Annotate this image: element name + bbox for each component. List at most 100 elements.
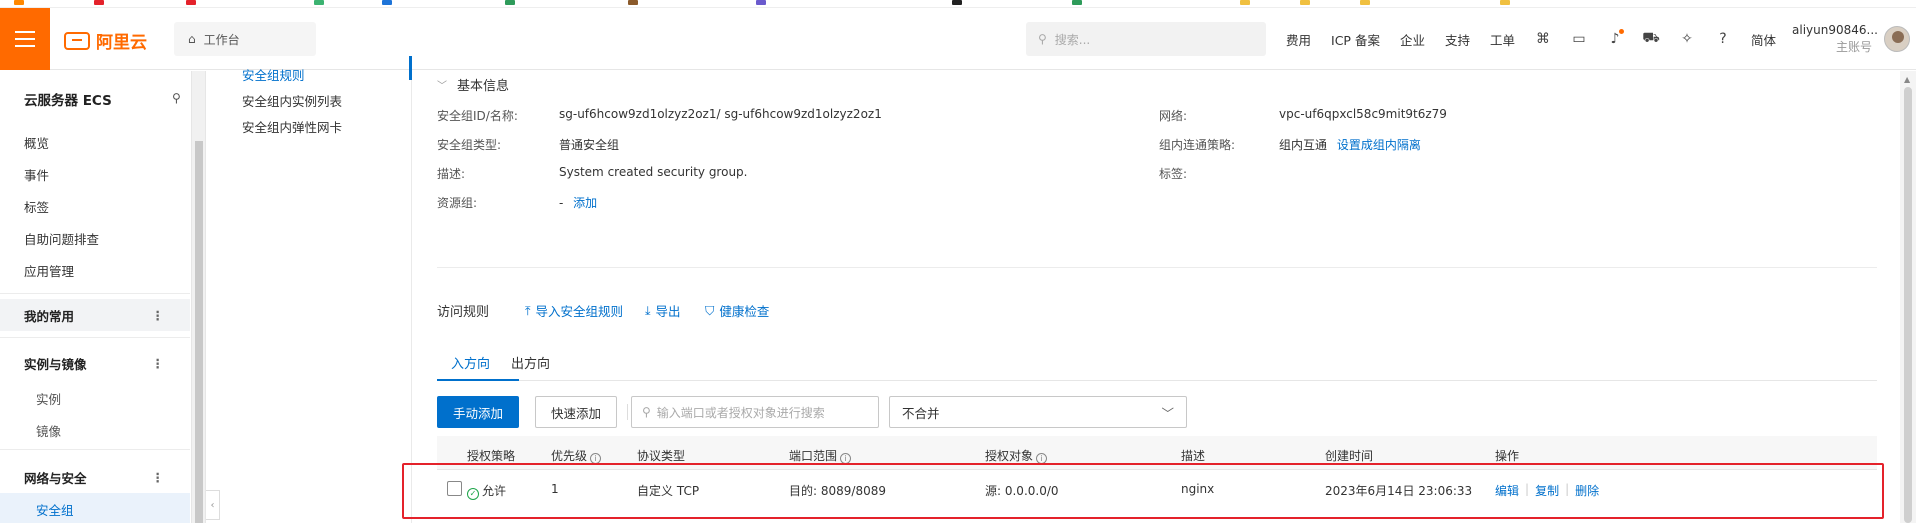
set-isolation-link[interactable]: 设置成组内隔离 — [1337, 138, 1421, 152]
main-content: ﹀ 基本信息 安全组ID/名称: sg-uf6hcow9zd1olzyz2oz1… — [413, 71, 1893, 523]
logo-mark-icon — [64, 31, 90, 50]
nav-fees[interactable]: 费用 — [1286, 30, 1311, 49]
highlight-box — [402, 463, 1884, 519]
quick-add-button[interactable]: 快速添加 — [535, 396, 617, 428]
avatar[interactable] — [1884, 26, 1910, 52]
col-priority: 优先级 i — [551, 447, 602, 464]
bell-icon[interactable]: ♪ — [1607, 29, 1624, 47]
more-icon[interactable]: ⋮ — [152, 356, 165, 371]
search-icon: ⚲ — [642, 405, 651, 419]
top-nav-links: 费用 ICP 备案 企业 支持 工单 ⌘ ▭ ♪ ⛟ ✧ ? 简体 — [1286, 8, 1776, 70]
tab-active-indicator — [437, 379, 519, 381]
intra-policy-label: 组内连通策略: — [1159, 138, 1236, 152]
col-policy: 授权策略 — [467, 449, 516, 463]
nav-icp[interactable]: ICP 备案 — [1331, 30, 1380, 49]
workbench-button[interactable]: ⌂ 工作台 — [174, 22, 316, 56]
toolbar-divider — [627, 404, 628, 420]
network-label: 网络: — [1159, 109, 1188, 123]
notification-dot — [1619, 29, 1624, 34]
add-resource-group-link[interactable]: 添加 — [573, 196, 597, 210]
sidebar-item-events[interactable]: 事件 — [24, 165, 49, 184]
sg-id-value: sg-uf6hcow9zd1olzyz2oz1/ sg-uf6hcow9zd1o… — [559, 107, 882, 121]
nav-support[interactable]: 支持 — [1445, 30, 1470, 49]
section-divider — [437, 267, 1877, 268]
shield-check-icon: ⛉ — [705, 302, 715, 318]
col-protocol: 协议类型 — [637, 449, 686, 463]
resource-group-value: - 添加 — [559, 196, 598, 210]
nav-ticket[interactable]: 工单 — [1490, 30, 1515, 49]
help-icon[interactable]: ? — [1715, 31, 1731, 47]
sidebar-group-network[interactable]: 网络与安全 ⋮ — [0, 461, 190, 493]
col-created: 创建时间 — [1325, 449, 1374, 463]
sidebar: 云服务器 ECS ⚲ 概览 事件 标签 自助问题排查 应用管理 我的常用 ⋮ 实… — [0, 71, 192, 523]
sg-desc-label: 描述: — [437, 167, 466, 181]
sidebar-divider — [0, 293, 190, 294]
direction-tabs: 入方向 出方向 — [437, 341, 1877, 381]
tab-inbound[interactable]: 入方向 — [451, 353, 490, 372]
resource-group-label: 资源组: — [437, 196, 478, 210]
sidebar-item-instance[interactable]: 实例 — [36, 389, 61, 408]
col-source: 授权对象 i — [985, 447, 1048, 464]
subnav-rules[interactable]: 安全组规则 — [242, 65, 305, 84]
scrollbar-thumb[interactable] — [195, 141, 203, 523]
upload-icon: ⤒ — [525, 302, 531, 318]
manual-add-button[interactable]: 手动添加 — [437, 396, 519, 428]
cart-icon[interactable]: ⛟ — [1642, 30, 1660, 47]
collapse-sidebar-icon[interactable]: ‹ — [206, 490, 220, 520]
code-icon[interactable]: ⌘ — [1535, 31, 1551, 47]
sidebar-scrollbar[interactable] — [192, 71, 206, 523]
rule-search-input[interactable]: ⚲ 输入端口或者授权对象进行搜索 — [631, 396, 879, 428]
menu-icon[interactable] — [0, 8, 50, 70]
subnav-enis[interactable]: 安全组内弹性网卡 — [242, 117, 342, 136]
terminal-icon[interactable]: ▭ — [1571, 31, 1587, 47]
intra-policy-value: 组内互通 设置成组内隔离 — [1279, 138, 1421, 152]
sidebar-item-overview[interactable]: 概览 — [24, 133, 49, 152]
sidebar-title: 云服务器 ECS — [24, 93, 112, 109]
col-ops: 操作 — [1495, 449, 1520, 463]
col-port: 端口范围 i — [789, 447, 852, 464]
sidebar-divider — [0, 337, 190, 338]
sg-desc-value: System created security group. — [559, 165, 748, 179]
search-icon: ⚲ — [1038, 32, 1047, 46]
subnav-instances[interactable]: 安全组内实例列表 — [242, 91, 342, 110]
import-rules-button[interactable]: ⤒ 导入安全组规则 — [525, 301, 623, 320]
sidebar-group-favorites[interactable]: 我的常用 ⋮ — [0, 299, 190, 331]
sidebar-group-instances[interactable]: 实例与镜像 ⋮ — [0, 347, 190, 379]
home-icon: ⌂ — [188, 32, 196, 46]
health-check-button[interactable]: ⛉ 健康检查 — [705, 301, 769, 320]
network-value: vpc-uf6qpxcl58c9mit9t6z79 — [1279, 107, 1447, 121]
scroll-up-icon[interactable]: ▲ — [1904, 75, 1910, 84]
access-rules-title: 访问规则 — [437, 305, 490, 320]
secondary-nav: 安全组规则 安全组内实例列表 安全组内弹性网卡 — [220, 68, 412, 523]
chevron-down-icon: ﹀ — [437, 81, 447, 92]
top-navbar: 阿里云 ⌂ 工作台 ⚲ 搜索... 费用 ICP 备案 企业 支持 工单 ⌘ ▭… — [0, 8, 1916, 70]
sg-id-label: 安全组ID/名称: — [437, 109, 518, 123]
bookmarks-bar — [0, 0, 1916, 8]
sidebar-search-icon[interactable]: ⚲ — [172, 91, 181, 105]
aliyun-logo[interactable]: 阿里云 — [64, 28, 147, 53]
nav-enterprise[interactable]: 企业 — [1400, 30, 1425, 49]
more-icon[interactable]: ⋮ — [152, 470, 165, 485]
sidebar-item-tags[interactable]: 标签 — [24, 197, 49, 216]
scrollbar-thumb[interactable] — [1904, 87, 1912, 523]
basic-info-header[interactable]: ﹀ 基本信息 — [437, 75, 509, 94]
more-icon[interactable]: ⋮ — [152, 308, 165, 323]
language-switch[interactable]: 简体 — [1751, 30, 1776, 49]
sidebar-item-image[interactable]: 镜像 — [36, 421, 61, 440]
subnav-active-indicator — [409, 56, 412, 80]
sidebar-divider — [0, 449, 190, 450]
page-scrollbar[interactable]: ▲ — [1900, 71, 1916, 523]
sg-type-label: 安全组类型: — [437, 138, 502, 152]
chevron-down-icon: ﹀ — [1161, 405, 1174, 421]
tab-outbound[interactable]: 出方向 — [511, 353, 550, 372]
sidebar-item-app-mgmt[interactable]: 应用管理 — [24, 261, 74, 280]
merge-select[interactable]: 不合并 ﹀ — [889, 396, 1187, 428]
export-rules-button[interactable]: ⤓ 导出 — [645, 301, 681, 320]
sidebar-item-security-group[interactable]: 安全组 — [0, 493, 190, 523]
tags-label: 标签: — [1159, 167, 1188, 181]
sg-type-value: 普通安全组 — [559, 138, 620, 152]
global-search-input[interactable]: ⚲ 搜索... — [1026, 22, 1266, 56]
sidebar-item-troubleshoot[interactable]: 自助问题排查 — [24, 229, 99, 248]
user-info[interactable]: aliyun90846... 主账号 — [1792, 22, 1878, 56]
lightbulb-icon[interactable]: ✧ — [1679, 31, 1695, 47]
